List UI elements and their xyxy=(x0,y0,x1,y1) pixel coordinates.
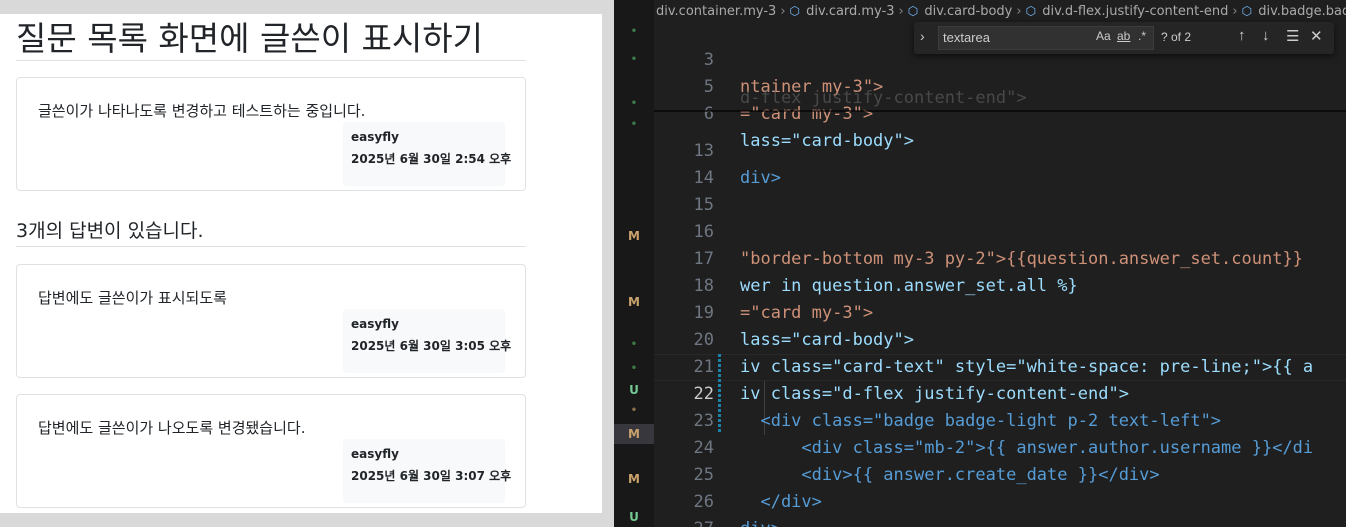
element-icon: ⬡ xyxy=(789,4,800,18)
chevron-right-icon: › xyxy=(1232,4,1238,19)
arrow-down-icon[interactable]: ↓ xyxy=(1262,27,1270,44)
dirty-diff-bar[interactable] xyxy=(718,354,721,434)
scm-marker: • xyxy=(630,405,638,416)
breadcrumb-item[interactable]: div.d-flex.justify-content-end xyxy=(1042,4,1228,19)
breadcrumb-item[interactable]: div.badge.badge-ligh xyxy=(1258,4,1346,19)
scm-marker: • xyxy=(630,119,638,130)
code-editor[interactable]: • • • • M M • • U • M M U 3 ntainer my-3… xyxy=(614,0,1346,527)
answer-card: 답변에도 글쓴이가 표시되도록 easyfly 2025년 6월 30일 3:0… xyxy=(16,264,526,378)
scm-marker: • xyxy=(630,26,638,37)
element-icon: ⬡ xyxy=(907,4,919,18)
question-author: easyfly xyxy=(351,130,399,144)
scm-marker: • xyxy=(630,363,638,374)
breadcrumb-label: div.d-flex.justify-content-end xyxy=(1042,4,1229,19)
answer-date: 2025년 6월 30일 3:07 오후 xyxy=(351,469,512,483)
answer-author: easyfly xyxy=(351,317,399,331)
scm-marker: • xyxy=(630,98,638,109)
find-in-selection-icon[interactable]: ☰ xyxy=(1286,27,1299,45)
line-number: 6 xyxy=(703,104,714,124)
scm-gutter: • • • • M M • • U • M M U xyxy=(614,0,654,527)
answer-count-divider xyxy=(16,246,526,247)
element-icon: ⬡ xyxy=(1025,4,1037,18)
sticky-scroll-divider xyxy=(654,110,1346,112)
question-card: 글쓴이가 나타나도록 변경하고 테스트하는 중입니다. easyfly 2025… xyxy=(16,77,526,191)
code-text: lass="card-body"> xyxy=(740,131,914,151)
breadcrumb-item[interactable]: div.card.my-3 xyxy=(806,4,894,19)
answer-author-badge: easyfly 2025년 6월 30일 3:07 오후 xyxy=(343,439,511,503)
chevron-right-icon[interactable]: › xyxy=(920,28,925,44)
find-widget: › textarea Aa ab .* ? of 2 ↑ ↓ ☰ ✕ xyxy=(914,22,1334,54)
close-icon[interactable]: ✕ xyxy=(1310,27,1323,45)
breadcrumb-label: div.card-body xyxy=(924,4,1013,19)
chevron-right-icon: › xyxy=(780,4,786,19)
match-case-toggle[interactable]: Aa xyxy=(1096,29,1111,43)
breadcrumb-label: div.badge.badge-ligh xyxy=(1258,4,1346,19)
answer-card: 답변에도 글쓴이가 나오도록 변경됐습니다. easyfly 2025년 6월 … xyxy=(16,394,526,508)
sticky-overlap-text: d-flex justify-content-end"> xyxy=(740,88,1027,108)
answer-author-badge: easyfly 2025년 6월 30일 3:05 오후 xyxy=(343,309,511,373)
scm-untracked-marker[interactable]: U xyxy=(614,380,654,400)
answer-author: easyfly xyxy=(351,447,399,461)
element-icon: ⬡ xyxy=(1241,4,1253,18)
find-result-count: ? of 2 xyxy=(1161,30,1192,44)
question-content: 글쓴이가 나타나도록 변경하고 테스트하는 중입니다. xyxy=(38,102,366,120)
scm-marker: • xyxy=(630,339,638,350)
scm-untracked-marker[interactable]: U xyxy=(614,507,654,527)
scm-modified-marker[interactable]: M xyxy=(614,424,654,444)
scm-modified-marker[interactable]: M xyxy=(614,292,654,312)
breadcrumb: div.container.my-3 › ⬡ div.card.my-3 › ⬡ div… xyxy=(654,0,1346,22)
chevron-right-icon: › xyxy=(898,4,904,19)
code-area[interactable]: 3 ntainer my-3"> 5 ="card my-3"> 6 lass=… xyxy=(654,0,1346,527)
title-divider xyxy=(16,60,526,61)
whole-word-toggle[interactable]: ab xyxy=(1117,29,1130,43)
window-overlay-bottom xyxy=(0,513,614,527)
breadcrumb-label: div.container.my-3 xyxy=(656,4,777,19)
scm-modified-marker[interactable]: M xyxy=(614,469,654,489)
question-author-badge: easyfly 2025년 6월 30일 2:54 오후 xyxy=(343,122,511,186)
window-overlay-right xyxy=(602,0,614,527)
page-title: 질문 목록 화면에 글쓴이 표시하기 xyxy=(16,19,483,58)
scm-marker: • xyxy=(630,54,638,65)
scm-modified-marker[interactable]: M xyxy=(614,226,654,246)
answer-content: 답변에도 글쓴이가 나오도록 변경됐습니다. xyxy=(38,419,306,437)
question-date: 2025년 6월 30일 2:54 오후 xyxy=(351,152,512,166)
regex-toggle[interactable]: .* xyxy=(1138,29,1146,43)
arrow-up-icon[interactable]: ↑ xyxy=(1238,27,1246,44)
current-line-highlight xyxy=(654,354,1346,381)
breadcrumb-label: div.card.my-3 xyxy=(806,4,895,19)
browser-page: 질문 목록 화면에 글쓴이 표시하기 글쓴이가 나타나도록 변경하고 테스트하는… xyxy=(0,0,614,527)
breadcrumb-item[interactable]: div.card-body xyxy=(924,4,1012,19)
answer-date: 2025년 6월 30일 3:05 오후 xyxy=(351,339,512,353)
chevron-right-icon: › xyxy=(1016,4,1022,19)
indent-guide xyxy=(764,381,765,435)
breadcrumb-item[interactable]: div.container.my-3 xyxy=(656,4,776,19)
answer-content: 답변에도 글쓴이가 표시되도록 xyxy=(38,289,227,307)
answer-count: 3개의 답변이 있습니다. xyxy=(16,220,204,242)
